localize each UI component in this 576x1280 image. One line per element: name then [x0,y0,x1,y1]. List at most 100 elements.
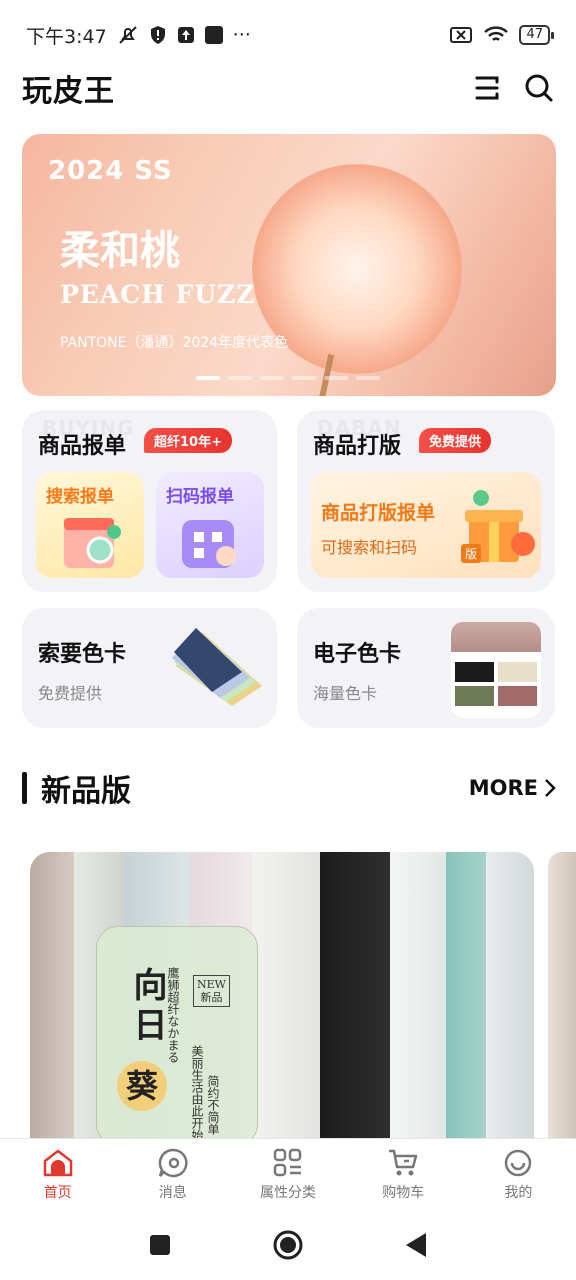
sample-quote-sub: 可搜索和扫码 [321,538,418,557]
carousel-indicator [196,376,380,380]
more-label: MORE [468,776,538,800]
quote-badge: 超纤10年+ [144,428,232,453]
e-color-card-title: 电子色卡 [313,642,402,667]
quote-card-title: 商品报单 [38,434,127,459]
message-icon [158,1148,188,1177]
recent-apps-icon[interactable] [148,1233,172,1257]
search-quote-tile[interactable]: 搜索报单 [36,472,144,578]
label-slogan-vertical: 美丽生活由此开始 [190,1045,204,1141]
bottom-tab-bar: 首页 消息 属性分类 购物车 我的 [0,1138,576,1210]
swatch-grid [451,652,541,710]
app-header: 玩皮王 [0,64,576,112]
sample-card-title: 商品打版 [313,434,402,459]
search-quote-label: 搜索报单 [46,487,114,507]
banner-year: 2024 SS [48,156,173,186]
swatch-roll [451,622,541,652]
tab-profile-label: 我的 [504,1184,533,1201]
swatch-cream [498,662,537,682]
leather-strip [30,852,74,1142]
new-badge-cn: 新品 [200,991,223,1004]
new-badge: NEW 新品 [193,975,230,1007]
leather-strip [320,852,390,1142]
promo-banner[interactable]: 2024 SS 柔和桃 PEACH FUZZ PANTONE（潘通）2024年度… [22,134,556,396]
category-icon [273,1148,302,1176]
cart-icon [389,1149,418,1175]
new-badge-en: NEW [197,978,226,991]
swatch-black [455,662,494,682]
back-icon[interactable] [404,1232,428,1258]
home-button-icon[interactable] [272,1229,304,1261]
leather-strip [390,852,446,1142]
carousel-dot [228,376,252,380]
scan-quote-label: 扫码报单 [166,487,234,507]
banner-subtitle: PEACH FUZZ [60,280,256,309]
shop-icon [64,518,121,568]
system-nav-bar [0,1210,576,1280]
sim-off-icon [450,27,473,43]
status-bar: 下午3:47 ··· 47 [0,0,576,70]
status-more: ··· [232,24,251,46]
search-icon[interactable] [524,73,554,103]
home-icon [43,1149,72,1176]
e-color-card[interactable]: 电子色卡 海量色卡 [297,608,555,728]
tab-home[interactable]: 首页 [0,1139,115,1210]
app-notification-icon [204,26,223,44]
carousel-dot [196,376,220,380]
header-actions [474,73,554,103]
upload-icon [177,27,194,43]
e-color-card-sub: 海量色卡 [313,684,378,703]
wifi-icon [484,26,509,41]
status-right: 47 [449,25,554,45]
status-left: 下午3:47 ··· [26,22,251,49]
scan-icon[interactable] [474,74,502,102]
tab-cart[interactable]: 购物车 [346,1139,461,1210]
profile-icon [505,1149,532,1176]
sample-tag: 版 [461,544,482,563]
new-product-card[interactable]: 向日 葵 鹰狮超纤なかまる NEW 新品 美丽生活由此开始 简约不简单 [30,852,534,1142]
product-label-card: 向日 葵 鹰狮超纤なかまる NEW 新品 美丽生活由此开始 简约不简单 [96,926,258,1142]
sample-badge: 免费提供 [419,428,492,453]
leather-strip [446,852,486,1142]
status-time: 下午3:47 [26,25,107,48]
tab-categories[interactable]: 属性分类 [230,1139,345,1210]
carousel-dot [356,376,380,380]
qr-scan-icon [182,520,236,568]
tab-messages[interactable]: 消息 [115,1139,230,1210]
shield-icon [150,26,165,44]
tab-categories-label: 属性分类 [260,1184,316,1201]
tab-profile[interactable]: 我的 [461,1139,576,1210]
swatch-rose [498,686,537,706]
leather-strip [486,852,534,1142]
label-brand-vertical: 鹰狮超纤なかまる [166,967,180,1063]
banner-title: 柔和桃 [60,228,180,274]
tab-home-label: 首页 [43,1184,72,1201]
e-color-card-thumbnail [451,622,541,718]
quote-card: BUYING 商品报单 超纤10年+ 搜索报单 扫码报单 [22,410,277,592]
section-accent-bar [22,772,27,804]
sample-quote-tile[interactable]: 商品打版报单 可搜索和扫码 版 [311,472,541,578]
mute-icon [118,26,137,44]
sample-card: DABAN 商品打版 免费提供 商品打版报单 可搜索和扫码 版 [297,410,555,592]
next-product-peek[interactable] [548,852,576,1142]
chevron-right-icon [545,779,556,797]
section-title: 新品版 [41,774,131,809]
sample-quote-title: 商品打版报单 [321,502,436,524]
leather-strip [252,852,320,1142]
banner-note: PANTONE（潘通）2024年度代表色 [60,335,289,351]
brand-logo: 玩皮王 [22,74,115,109]
label-tagline-vertical: 简约不简单 [206,1075,220,1135]
color-card-title: 索要色卡 [38,642,127,667]
color-card-sub: 免费提供 [38,684,103,703]
carousel-dot [292,376,316,380]
color-card-request[interactable]: 索要色卡 免费提供 [22,608,277,728]
more-link[interactable]: MORE [469,776,556,800]
battery-indicator: 47 [519,25,554,45]
tab-cart-label: 购物车 [382,1184,425,1201]
new-products-header: 新品版 [22,768,131,809]
swatch-fan-icon [172,628,262,706]
swatch-olive [455,686,494,706]
label-kui: 葵 [117,1061,167,1111]
tab-messages-label: 消息 [158,1184,187,1201]
carousel-dot [324,376,348,380]
scan-quote-tile[interactable]: 扫码报单 [156,472,264,578]
